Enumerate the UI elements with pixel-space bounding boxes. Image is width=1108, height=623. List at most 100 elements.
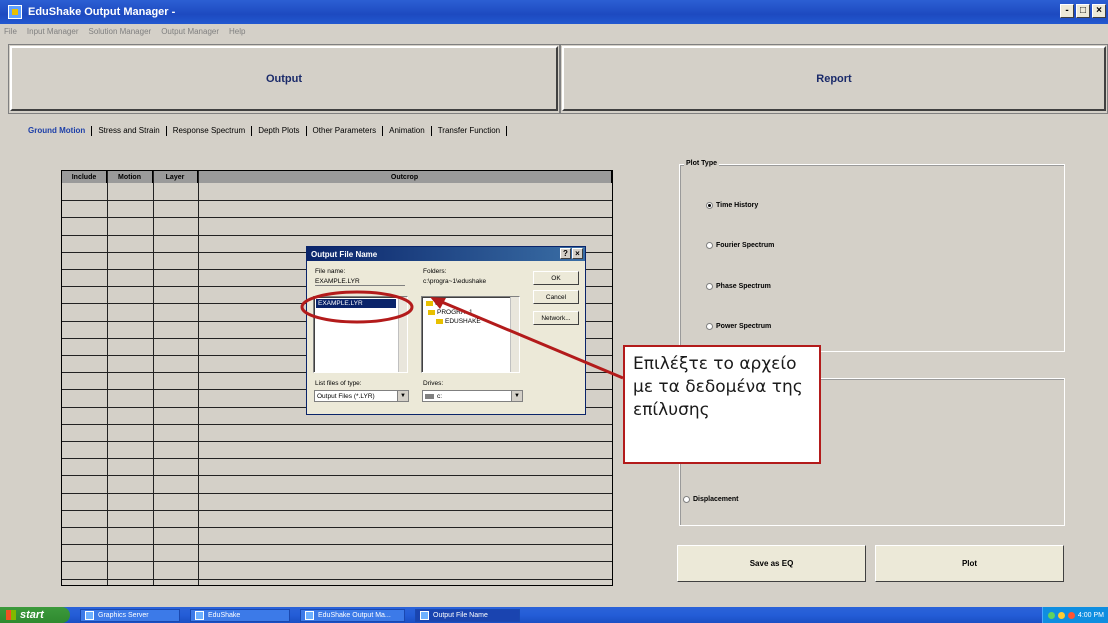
radio-time-history[interactable]: Time History [706, 202, 758, 209]
task-graphics-server[interactable]: Graphics Server [80, 608, 180, 622]
start-button[interactable]: start [0, 607, 70, 623]
file-name-input[interactable]: EXAMPLE.LYR [315, 278, 405, 286]
window-title: EduShake Output Manager - [28, 6, 176, 18]
task-output-file-name[interactable]: Output File Name [415, 608, 520, 622]
tab-other-parameters[interactable]: Other Parameters [307, 126, 384, 136]
col-header-motion: Motion [107, 171, 153, 183]
grid-row-line [62, 578, 612, 580]
tab-strip: Ground Motion Stress and Strain Response… [22, 126, 508, 136]
folder-open-icon [428, 310, 435, 315]
taskbar: start Graphics Server EduShake EduShake … [0, 607, 1108, 623]
task-edushake[interactable]: EduShake [190, 608, 290, 622]
grid-row-line [62, 441, 612, 442]
dialog-help-button[interactable]: ? [560, 248, 571, 259]
folder-item-edushake[interactable]: EDUSHAKE [436, 318, 481, 325]
close-button[interactable]: × [1092, 4, 1106, 18]
radio-dot [683, 496, 690, 503]
ok-button[interactable]: OK [533, 271, 579, 285]
menu-output-manager[interactable]: Output Manager [161, 27, 219, 36]
drive-select[interactable]: c: ▼ [422, 390, 523, 402]
app-icon [305, 610, 314, 620]
radio-dot [706, 202, 713, 209]
radio-fourier-spectrum[interactable]: Fourier Spectrum [706, 242, 774, 249]
windows-logo-icon [6, 610, 16, 620]
cancel-button[interactable]: Cancel [533, 290, 579, 304]
radio-dot [706, 242, 713, 249]
app-icon [8, 5, 22, 19]
file-list-scrollbar[interactable] [398, 297, 407, 372]
radio-dot [706, 283, 713, 290]
tray-icon[interactable] [1057, 611, 1065, 619]
tray-icon[interactable] [1067, 611, 1075, 619]
task-edushake-output[interactable]: EduShake Output Ma... [300, 608, 405, 622]
report-button[interactable]: Report [562, 46, 1106, 111]
menu-solution-manager[interactable]: Solution Manager [88, 27, 151, 36]
menu-help[interactable]: Help [229, 27, 245, 36]
radio-dot [706, 323, 713, 330]
output-file-name-dialog: Output File Name ? × File name: EXAMPLE.… [306, 246, 586, 415]
app-icon [85, 610, 94, 620]
drives-label: Drives: [423, 380, 444, 387]
grid-row-line [62, 544, 612, 546]
grid-col-line [198, 171, 199, 585]
chevron-down-icon: ▼ [511, 391, 522, 401]
plot-button[interactable]: Plot [875, 545, 1064, 582]
title-bar: EduShake Output Manager - - □ × [0, 0, 1108, 24]
dialog-title-bar: Output File Name ? × [307, 247, 585, 261]
grid-row-line [62, 200, 612, 202]
restore-button[interactable]: □ [1076, 4, 1090, 18]
callout-box: Επιλέξτε το αρχείο με τα δεδομένα της επ… [623, 345, 821, 464]
grid-col-line [107, 171, 108, 585]
radio-phase-spectrum[interactable]: Phase Spectrum [706, 283, 771, 290]
tab-ground-motion[interactable]: Ground Motion [22, 126, 93, 136]
folder-open-icon [436, 319, 443, 324]
tab-response-spectrum[interactable]: Response Spectrum [167, 126, 253, 136]
menu-input-manager[interactable]: Input Manager [27, 27, 79, 36]
drive-icon [425, 393, 434, 399]
file-type-select[interactable]: Output Files (*.LYR) ▼ [314, 390, 409, 402]
file-name-label: File name: [315, 268, 346, 275]
folder-tree-scrollbar[interactable] [510, 297, 519, 372]
grid-row-line [62, 217, 612, 219]
chevron-down-icon: ▼ [397, 391, 408, 401]
save-as-eq-button[interactable]: Save as EQ [677, 545, 866, 582]
grid-row-line [62, 234, 612, 236]
folders-label: Folders: [423, 268, 447, 275]
tab-depth-plots[interactable]: Depth Plots [252, 126, 307, 136]
folder-open-icon [426, 301, 433, 306]
grid-col-line [153, 171, 154, 585]
grid-row-line [62, 475, 612, 477]
col-header-outcrop: Outcrop [198, 171, 612, 183]
minimize-button[interactable]: - [1060, 4, 1074, 18]
menu-bar: File Input Manager Solution Manager Outp… [0, 24, 1108, 38]
grid-row-line [62, 458, 612, 460]
file-list-item[interactable]: EXAMPLE.LYR [316, 299, 396, 308]
tab-stress-strain[interactable]: Stress and Strain [92, 126, 167, 136]
plot-type-label: Plot Type [684, 160, 719, 167]
grid-row-line [62, 561, 612, 563]
grid-row-line [62, 509, 612, 511]
network-button[interactable]: Network... [533, 311, 579, 325]
grid-row-line [62, 527, 612, 528]
system-tray: 4:00 PM [1042, 607, 1108, 623]
tab-transfer-function[interactable]: Transfer Function [432, 126, 508, 136]
app-icon [195, 610, 204, 620]
menu-file[interactable]: File [4, 27, 17, 36]
app-icon [420, 610, 429, 620]
grid-row-line [62, 423, 612, 425]
folder-item-progra[interactable]: PROGRA~1 [428, 309, 473, 316]
tray-icon[interactable] [1047, 611, 1055, 619]
dialog-title: Output File Name [311, 249, 378, 259]
dialog-close-button[interactable]: × [572, 248, 583, 259]
output-button[interactable]: Output [10, 46, 558, 111]
clock: 4:00 PM [1077, 611, 1104, 619]
file-list[interactable]: EXAMPLE.LYR [313, 296, 408, 373]
folder-tree[interactable]: c:\ PROGRA~1 EDUSHAKE [421, 296, 520, 373]
grid-row-line [62, 492, 612, 494]
radio-displacement[interactable]: Displacement [683, 496, 739, 503]
list-type-label: List files of type: [315, 380, 362, 387]
folders-path: c:\progra~1\edushake [423, 278, 487, 285]
folder-item-root[interactable]: c:\ [426, 300, 442, 307]
tab-animation[interactable]: Animation [383, 126, 432, 136]
radio-power-spectrum[interactable]: Power Spectrum [706, 323, 771, 330]
